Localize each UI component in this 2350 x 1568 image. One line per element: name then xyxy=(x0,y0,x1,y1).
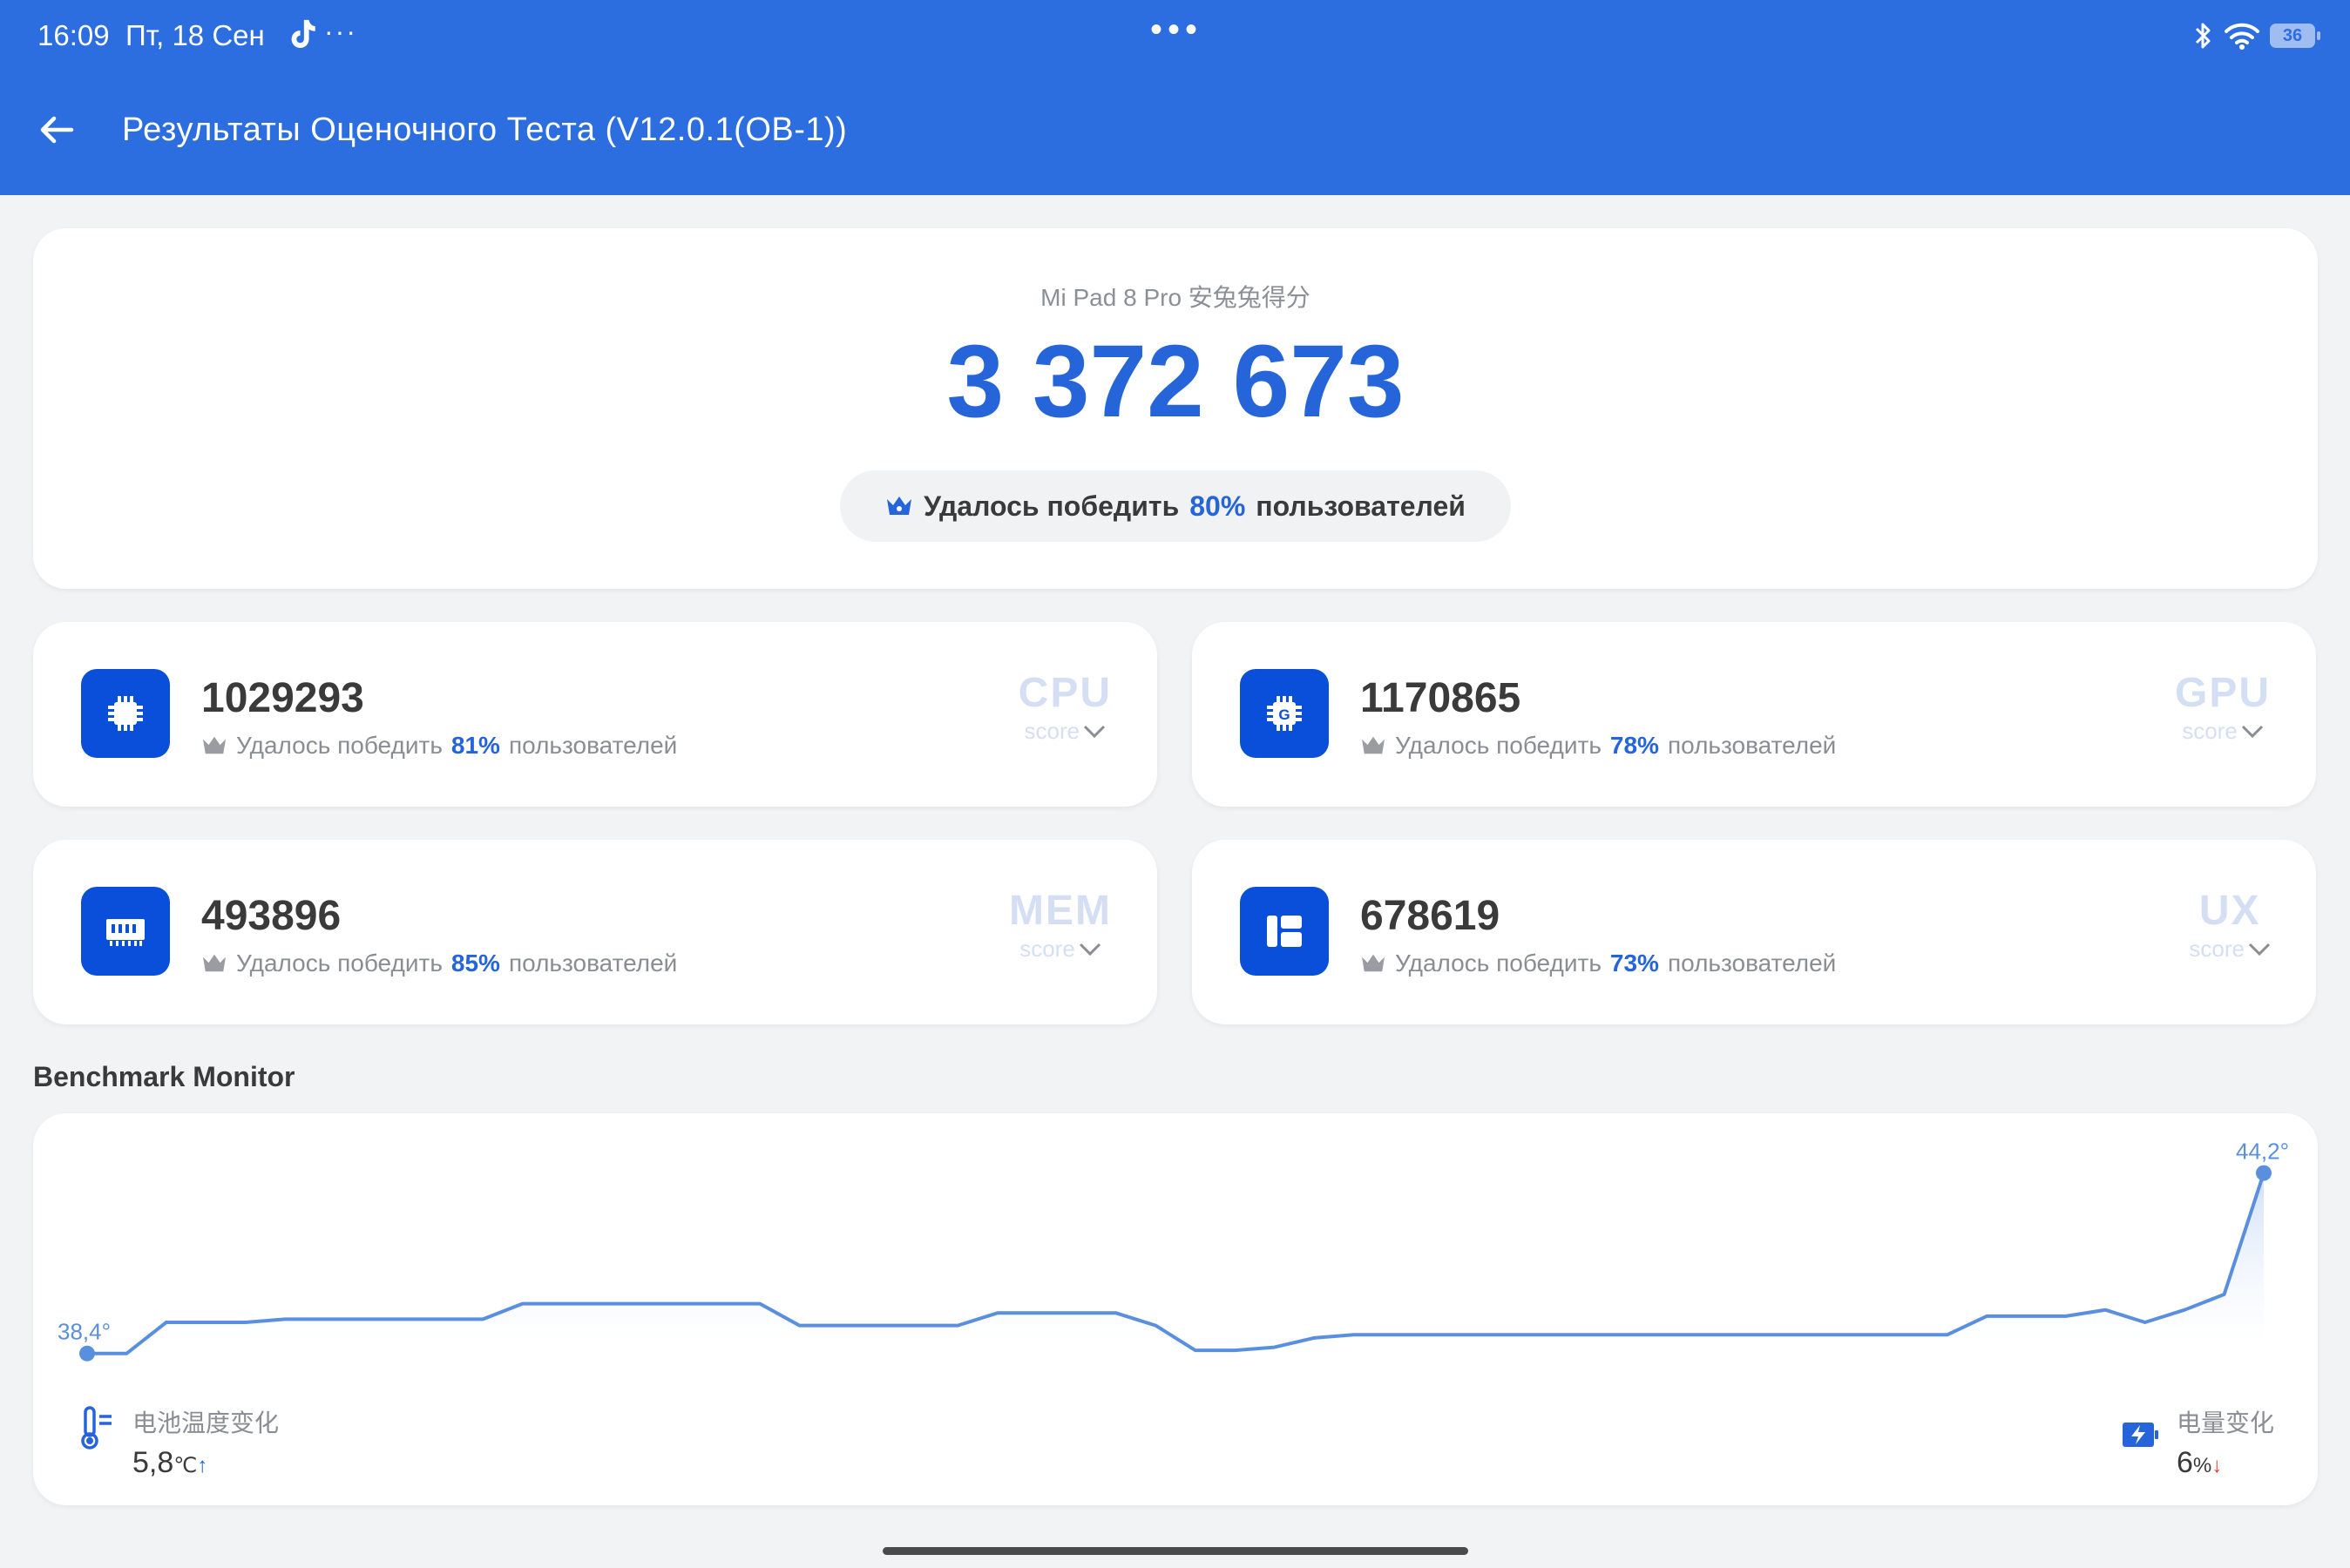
battery-temp-value: 5,8 xyxy=(132,1446,174,1479)
battery-level: 36 xyxy=(2282,25,2303,45)
status-time: 16:09 Пт, 18 Сен xyxy=(37,19,265,51)
beat-prefix: Удалось победить xyxy=(1395,732,1602,759)
ux-layout-icon xyxy=(1240,887,1329,976)
category-sub: score xyxy=(1024,718,1080,744)
battery-level-change: 电量变化 6%↓ xyxy=(2121,1404,2274,1480)
chart-start-label: 38,4° xyxy=(58,1319,111,1345)
chart-end-label: 44,2° xyxy=(2236,1139,2289,1165)
chart-start-point xyxy=(79,1345,95,1362)
beat-suffix: пользователей xyxy=(1256,490,1466,522)
crown-icon xyxy=(203,736,226,754)
battery-level-label: 电量变化 xyxy=(2176,1409,2274,1436)
mem-score-card[interactable]: 493896 Удалось победить 85% пользователе… xyxy=(33,840,1157,1024)
gpu-chip-icon: G xyxy=(1240,669,1329,758)
category-sub: score xyxy=(2189,936,2245,962)
mem-category-label: MEM score xyxy=(1009,890,1112,963)
tiktok-icon xyxy=(291,19,315,48)
category-sub: score xyxy=(2182,718,2238,744)
battery-level-value: 6 xyxy=(2176,1446,2193,1479)
crown-icon xyxy=(1362,954,1385,972)
category-name: GPU xyxy=(2174,670,2271,716)
crown-icon xyxy=(203,954,226,972)
cpu-score-value: 1029293 xyxy=(201,675,364,721)
ux-score-card[interactable]: 678619 Удалось победить 73% пользователе… xyxy=(1192,840,2316,1024)
beat-users-badge: Удалось победить 80% пользователей xyxy=(840,470,1511,542)
chevron-down-icon[interactable] xyxy=(1083,725,1106,739)
device-label: Mi Pad 8 Pro 安兔兔得分 xyxy=(1040,284,1310,311)
benchmark-monitor-card: 38,4° 44,2° 电池温度变化 5,8℃↑ 电量变化 6%↓ xyxy=(33,1113,2318,1505)
memory-icon xyxy=(81,887,170,976)
category-name: UX xyxy=(2198,888,2261,934)
crown-icon xyxy=(887,497,912,515)
mem-score-value: 493896 xyxy=(201,893,342,939)
benchmark-monitor-title: Benchmark Monitor xyxy=(33,1061,295,1092)
ux-category-label: UX score xyxy=(2189,890,2271,963)
category-sub: score xyxy=(1019,936,1075,962)
app-header: 16:09 Пт, 18 Сен ··· ••• 36 Результаты О… xyxy=(0,0,2350,195)
beat-suffix: пользователей xyxy=(508,732,678,759)
cpu-category-label: CPU score xyxy=(1019,672,1112,745)
beat-percent: 85% xyxy=(450,950,500,977)
ux-score-value: 678619 xyxy=(1360,893,1500,939)
beat-percent: 78% xyxy=(1609,732,1659,759)
chart-end-point xyxy=(2256,1165,2272,1181)
beat-prefix: Удалось победить xyxy=(1395,950,1602,977)
chevron-down-icon[interactable] xyxy=(1079,943,1101,956)
thermometer-icon xyxy=(81,1406,112,1450)
battery-temp-unit: ℃ xyxy=(173,1454,198,1477)
gpu-beat-text: Удалось победить 78% пользователей xyxy=(1360,732,1836,760)
cpu-score-card[interactable]: 1029293 Удалось победить 81% пользовател… xyxy=(33,622,1157,807)
ux-beat-text: Удалось победить 73% пользователей xyxy=(1360,950,1836,977)
beat-suffix: пользователей xyxy=(1667,732,1837,759)
beat-suffix: пользователей xyxy=(1667,950,1837,977)
beat-prefix: Удалось победить xyxy=(924,490,1180,522)
arrow-up-icon: ↑ xyxy=(197,1454,208,1477)
beat-percent: 73% xyxy=(1609,950,1659,977)
cpu-beat-text: Удалось победить 81% пользователей xyxy=(201,732,677,760)
notification-more-icon: ··· xyxy=(324,16,357,47)
total-score: 3 372 673 xyxy=(946,324,1405,439)
battery-temp-label: 电池温度变化 xyxy=(132,1409,280,1436)
svg-text:G: G xyxy=(1278,706,1290,723)
back-arrow-icon[interactable] xyxy=(35,108,78,152)
beat-percent: 81% xyxy=(450,732,500,759)
beat-suffix: пользователей xyxy=(508,950,678,977)
chevron-down-icon[interactable] xyxy=(2241,725,2264,739)
chevron-down-icon[interactable] xyxy=(2248,943,2271,956)
wifi-icon xyxy=(2225,23,2259,50)
gpu-score-card[interactable]: G 1170865 Удалось победить 78% пользоват… xyxy=(1192,622,2316,807)
chart-area-fill xyxy=(87,1173,2264,1354)
status-icons: 36 xyxy=(2193,17,2320,54)
category-name: CPU xyxy=(1018,670,1112,716)
home-indicator[interactable] xyxy=(883,1547,1468,1555)
battery-level-unit: % xyxy=(2192,1454,2212,1477)
beat-prefix: Удалось победить xyxy=(236,950,443,977)
gpu-category-label: GPU score xyxy=(2175,672,2271,745)
page-title: Результаты Оценочного Теста (V12.0.1(OB-… xyxy=(122,112,848,148)
battery-temp-change: 电池温度变化 5,8℃↑ xyxy=(78,1404,279,1480)
mem-beat-text: Удалось победить 85% пользователей xyxy=(201,950,677,977)
crown-icon xyxy=(1362,736,1385,754)
beat-percent: 80% xyxy=(1189,490,1246,522)
bluetooth-icon xyxy=(2195,23,2211,49)
arrow-down-icon: ↓ xyxy=(2211,1454,2223,1477)
gpu-score-value: 1170865 xyxy=(1360,675,1521,721)
battery-icon: 36 xyxy=(2270,24,2320,48)
battery-charging-icon xyxy=(2122,1423,2158,1447)
total-score-card: Mi Pad 8 Pro 安兔兔得分 3 372 673 Удалось поб… xyxy=(33,228,2318,589)
temperature-chart: 38,4° 44,2° xyxy=(58,1139,2289,1362)
window-handle-icon[interactable]: ••• xyxy=(1150,10,1202,50)
cpu-chip-icon xyxy=(81,669,170,758)
beat-prefix: Удалось победить xyxy=(236,732,443,759)
category-name: MEM xyxy=(1009,888,1112,934)
